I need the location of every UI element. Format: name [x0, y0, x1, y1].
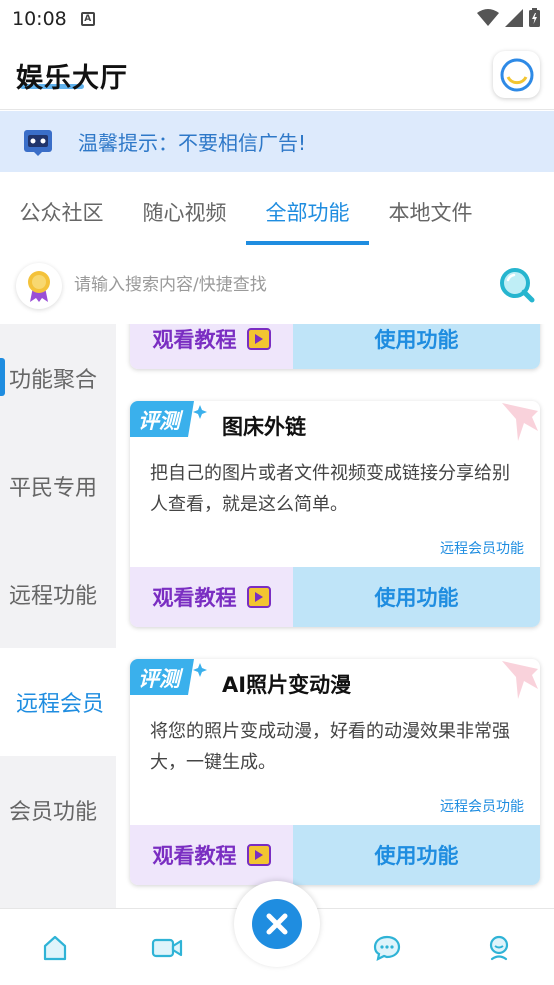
svg-text:评测: 评测 [138, 409, 184, 433]
home-icon [43, 935, 67, 961]
review-badge-icon: 评测 [130, 401, 207, 437]
card-title: 图床外链 [222, 415, 306, 439]
sidebar-item-remote-functions[interactable]: 远程功能 [0, 540, 116, 648]
play-icon [246, 328, 271, 350]
play-icon [246, 586, 271, 608]
sidebar-item-civilian[interactable]: 平民专用 [0, 432, 116, 540]
medal-button[interactable] [16, 263, 62, 309]
tutorial-label: 观看教程 [152, 844, 237, 868]
review-badge-icon: 评测 [130, 659, 207, 695]
search-row [0, 248, 554, 324]
card-description: 将您的照片变成动漫，好看的动漫效果非常强大，一键生成。 [150, 721, 510, 773]
nav-home[interactable] [38, 931, 72, 965]
card-title: AI照片变动漫 [222, 673, 352, 697]
tab-all-functions[interactable]: 全部功能 [246, 172, 369, 248]
status-time: 10:08 [12, 8, 67, 30]
profile-icon [489, 935, 509, 961]
decoration-icon [502, 403, 538, 441]
use-function-button[interactable]: 使用功能 [293, 324, 540, 369]
watch-tutorial-button[interactable]: 观看教程 [130, 324, 293, 369]
use-function-button[interactable]: 使用功能 [293, 567, 540, 627]
search-input[interactable] [74, 273, 474, 297]
svg-text:评测: 评测 [138, 667, 184, 691]
card-actions: 观看教程 使用功能 [130, 567, 540, 627]
smile-icon [500, 58, 533, 91]
close-button[interactable] [252, 899, 302, 949]
function-card: 评测 图床外链 把自己的图片或者文件视频变成链接分享给别人查看，就是这么简单。 … [130, 401, 540, 627]
category-sidebar: 功能聚合 平民专用 远程功能 远程会员 会员功能 [0, 324, 116, 908]
watch-tutorial-button[interactable]: 观看教程 [130, 567, 293, 627]
watch-tutorial-button[interactable]: 观看教程 [130, 825, 293, 885]
notice-banner: 温馨提示：不要相信广告! [0, 111, 554, 172]
tab-local-files[interactable]: 本地文件 [369, 172, 492, 248]
search-icon[interactable] [498, 266, 536, 304]
signal-icon [505, 8, 523, 27]
function-list: 观看教程 使用功能 评测 图床外链 把自己的图片或者文件视频变成链接分享给别人查… [116, 324, 554, 908]
play-icon [246, 844, 271, 866]
status-icons [477, 8, 540, 27]
status-bar: 10:08 A [0, 0, 554, 38]
sidebar-item-aggregation[interactable]: 功能聚合 [0, 324, 116, 432]
card-category-tag: 远程会员功能 [440, 541, 524, 557]
top-tabs: 公众社区 随心视频 全部功能 本地文件 [0, 172, 554, 248]
app-header: 娱乐大厅 [0, 38, 554, 110]
center-action-button[interactable] [234, 881, 320, 967]
notification-a-icon: A [80, 12, 95, 26]
nav-video[interactable] [150, 931, 184, 965]
battery-icon [529, 8, 540, 27]
medal-icon [28, 271, 50, 302]
use-function-button[interactable]: 使用功能 [293, 825, 540, 885]
tab-video[interactable]: 随心视频 [123, 172, 246, 248]
tutorial-label: 观看教程 [152, 328, 237, 352]
wifi-icon [477, 8, 499, 26]
nav-profile[interactable] [482, 931, 516, 965]
tab-active-indicator [246, 241, 369, 245]
robot-icon [24, 129, 52, 156]
tab-community[interactable]: 公众社区 [0, 172, 123, 248]
card-category-tag: 远程会员功能 [440, 799, 524, 815]
card-description: 把自己的图片或者文件视频变成链接分享给别人查看，就是这么简单。 [150, 463, 510, 515]
decoration-icon [502, 661, 538, 699]
card-actions: 观看教程 使用功能 [130, 324, 540, 369]
sidebar-item-member-functions[interactable]: 会员功能 [0, 756, 116, 864]
card-actions: 观看教程 使用功能 [130, 825, 540, 885]
function-card: 观看教程 使用功能 [130, 324, 540, 369]
tutorial-label: 观看教程 [152, 586, 237, 610]
nav-chat[interactable] [370, 931, 404, 965]
video-icon [151, 938, 183, 958]
chat-icon [373, 935, 401, 961]
page-title: 娱乐大厅 [16, 63, 128, 94]
sidebar-active-indicator [0, 358, 5, 396]
smile-avatar-button[interactable] [493, 51, 540, 98]
close-icon [266, 913, 288, 935]
sidebar-item-remote-member[interactable]: 远程会员 [0, 648, 116, 756]
notice-text: 温馨提示：不要相信广告! [78, 131, 307, 155]
function-card: 评测 AI照片变动漫 将您的照片变成动漫，好看的动漫效果非常强大，一键生成。 远… [130, 659, 540, 885]
